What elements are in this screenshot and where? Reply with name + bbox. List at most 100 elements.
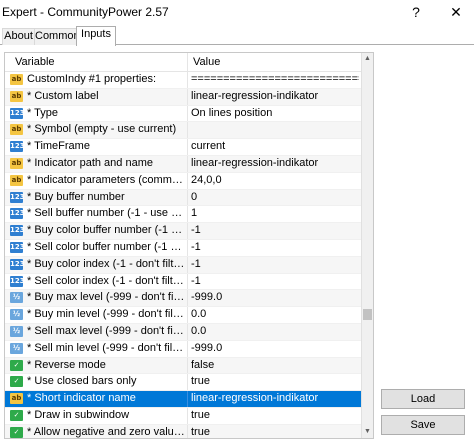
cell-divider [187, 374, 188, 391]
close-button[interactable]: ✕ [444, 2, 468, 22]
tab-common[interactable]: Common [34, 28, 80, 45]
table-row[interactable]: ab * Short indicator name linear-regressio… [5, 391, 361, 408]
table-row[interactable]: ½ * Sell min level (-999 - don't filter b… [5, 340, 361, 358]
column-divider[interactable] [187, 53, 188, 71]
parameter-name: * Reverse mode [27, 358, 106, 371]
parameter-name: * Symbol (empty - use current) [27, 123, 177, 136]
table-row[interactable]: 123 * TimeFrame current [5, 139, 361, 156]
parameter-value[interactable]: linear-regression-indikator [191, 157, 359, 169]
parameter-value[interactable]: 1 [191, 207, 359, 219]
table-row[interactable]: ab * Custom label linear-regression-indika… [5, 88, 361, 106]
parameter-name: * TimeFrame [27, 140, 90, 153]
table-row[interactable]: ab * Indicator parameters (comma separate… [5, 172, 361, 190]
scroll-thumb[interactable] [363, 309, 372, 320]
save-button[interactable]: Save [381, 415, 465, 435]
table-row[interactable]: ✓ * Use closed bars only true [5, 374, 361, 392]
title-bar: Expert - CommunityPower 2.57 ? ✕ [0, 0, 474, 24]
parameter-value[interactable]: current [191, 140, 359, 152]
column-header-value[interactable]: Value [193, 56, 220, 68]
double-type-icon: ½ [10, 309, 23, 321]
integer-type-icon: 123 [10, 107, 25, 119]
table-row[interactable]: 123 * Buy color index (-1 - don't filter … [5, 256, 361, 274]
parameter-name: * Short indicator name [27, 392, 136, 405]
parameter-value[interactable]: 0.0 [191, 325, 359, 337]
column-header-variable[interactable]: Variable [15, 56, 55, 68]
table-row[interactable]: ½ * Buy min level (-999 - don't filter by… [5, 307, 361, 324]
parameter-value[interactable]: false [191, 359, 359, 371]
parameter-name: * Buy buffer number [27, 190, 125, 203]
string-type-icon: ab [10, 90, 23, 102]
vertical-scrollbar[interactable]: ▲ ▼ [361, 53, 373, 438]
load-button[interactable]: Load [381, 389, 465, 409]
cell-divider [187, 139, 188, 155]
parameter-name: * Custom label [27, 89, 99, 102]
parameter-name: * Buy color index (-1 - don't filter by … [27, 257, 185, 270]
parameter-name: * Type [27, 106, 58, 119]
parameter-name: * Use closed bars only [27, 375, 137, 388]
parameter-name: * Sell color index (-1 - don't filter by… [27, 274, 185, 287]
parameter-value[interactable]: 24,0,0 [191, 174, 359, 186]
parameter-value[interactable]: -1 [191, 224, 359, 236]
parameter-value[interactable]: 0.0 [191, 308, 359, 320]
parameter-value[interactable]: -999.0 [191, 291, 359, 303]
grid-header: Variable Value [5, 53, 361, 72]
table-row[interactable]: ab CustomIndy #1 properties: =============… [5, 72, 361, 89]
table-row[interactable]: ✓ * Allow negative and zero values true [5, 424, 361, 438]
parameter-name: * Sell color buffer number (-1 - don't f… [27, 240, 185, 253]
boolean-type-icon: ✓ [10, 409, 23, 421]
table-row[interactable]: ab * Symbol (empty - use current) [5, 122, 361, 140]
table-row[interactable]: 123* Buy color buffer number (-1 - don't… [5, 223, 361, 240]
parameter-value[interactable]: -999.0 [191, 342, 359, 354]
parameter-name: * Sell max level (-999 - don't filter by… [27, 324, 185, 337]
parameter-value[interactable]: 0 [191, 191, 359, 203]
cell-divider [187, 424, 188, 438]
table-row[interactable]: 123* Sell buffer number (-1 - use Buy bu… [5, 206, 361, 224]
string-type-icon: ab [10, 124, 23, 136]
table-row[interactable]: ½ * Buy max level (-999 - don't filter by… [5, 290, 361, 308]
cell-divider [187, 256, 188, 273]
parameter-value[interactable]: linear-regression-indikator [191, 90, 359, 102]
scroll-up-arrow-icon[interactable]: ▲ [362, 53, 373, 65]
table-row[interactable]: ab * Indicator path and name linear-regres… [5, 155, 361, 173]
parameter-name: * Buy min level (-999 - don't filter by … [27, 308, 185, 321]
cell-divider [187, 307, 188, 323]
cell-divider [187, 323, 188, 340]
cell-divider [187, 155, 188, 172]
table-row[interactable]: ½ * Sell max level (-999 - don't filter b… [5, 323, 361, 341]
cell-divider [187, 340, 188, 357]
parameter-value[interactable]: true [191, 426, 359, 438]
tab-about[interactable]: About [2, 28, 35, 45]
parameter-value[interactable]: true [191, 409, 359, 421]
table-row[interactable]: ✓ * Reverse mode false [5, 357, 361, 375]
integer-type-icon: 123 [10, 191, 25, 203]
scroll-down-arrow-icon[interactable]: ▼ [362, 426, 373, 438]
table-row[interactable]: ✓ * Draw in subwindow true [5, 407, 361, 425]
parameter-value[interactable]: =============================== [191, 73, 359, 85]
table-row[interactable]: 123* Sell color buffer number (-1 - don'… [5, 239, 361, 257]
cell-divider [187, 391, 188, 407]
cell-divider [187, 206, 188, 223]
inputs-grid[interactable]: Variable Value ab CustomIndy #1 propertie… [4, 52, 374, 439]
tab-inputs[interactable]: Inputs [76, 26, 116, 46]
help-button[interactable]: ? [406, 2, 426, 22]
parameter-name: * Allow negative and zero values [27, 425, 185, 438]
double-type-icon: ½ [10, 292, 23, 304]
window-title: Expert - CommunityPower 2.57 [2, 5, 169, 19]
boolean-type-icon: ✓ [10, 426, 23, 438]
cell-divider [187, 223, 188, 239]
table-row[interactable]: 123 * Buy buffer number 0 [5, 189, 361, 207]
cell-divider [187, 273, 188, 290]
parameter-value[interactable]: -1 [191, 258, 359, 270]
parameter-value[interactable]: On lines position [191, 107, 359, 119]
parameter-value[interactable]: -1 [191, 241, 359, 253]
integer-type-icon: 123 [10, 225, 25, 237]
parameter-name: * Indicator path and name [27, 156, 153, 169]
parameter-value[interactable]: true [191, 375, 359, 387]
table-row[interactable]: 123 * Type On lines position [5, 105, 361, 123]
table-row[interactable]: 123 * Sell color index (-1 - don't filter… [5, 273, 361, 291]
parameter-value[interactable]: linear-regression-indikator [191, 392, 359, 404]
parameter-value[interactable]: -1 [191, 275, 359, 287]
double-type-icon: ½ [10, 342, 23, 354]
cell-divider [187, 172, 188, 189]
parameter-name: * Sell min level (-999 - don't filter by… [27, 341, 185, 354]
